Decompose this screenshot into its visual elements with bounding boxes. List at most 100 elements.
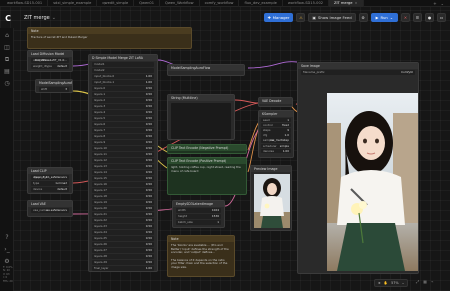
tab-qwen01[interactable]: Qwen01 — [134, 0, 161, 7]
node-note-top[interactable]: Note Fracture of secret ZIT and RuleAI M… — [27, 27, 192, 49]
merge-widget-row[interactable]: layers.3 0.50 — [92, 104, 154, 109]
zoom-percent[interactable]: 57% — [391, 281, 399, 285]
merge-widget-row[interactable]: layers.6 0.50 — [92, 122, 154, 127]
node-load-vae[interactable]: Load VAE vae_name ae.safetensors — [27, 200, 73, 217]
stop-icon[interactable]: ✕ — [401, 13, 410, 22]
merge-widget-row[interactable]: layers.7 0.50 — [92, 128, 154, 133]
tab-qwedit-simple[interactable]: qwedit_simple — [97, 0, 135, 7]
merge-widget-row[interactable]: layers.11 0.50 — [92, 152, 154, 157]
hand-icon[interactable]: ✋ — [384, 281, 388, 285]
node-library-icon[interactable]: ⌂ — [3, 32, 11, 40]
widget-height[interactable]: height 1536 — [176, 214, 221, 219]
merge-widget-row[interactable]: layers.20 0.50 — [92, 206, 154, 211]
merge-widget-row[interactable]: layers.27 0.50 — [92, 248, 154, 253]
tab-qwen-workflow[interactable]: Qwen_Workflow — [160, 0, 200, 7]
plus-icon[interactable]: + — [433, 1, 436, 6]
queue-history-icon[interactable]: ◷ — [3, 80, 11, 88]
merge-widget-row[interactable]: final_layer 1.00 — [92, 266, 154, 271]
merge-widget-row[interactable]: layers.1 0.50 — [92, 92, 154, 97]
widget-width[interactable]: width 1024 — [176, 208, 221, 213]
widget-shift[interactable]: shift 3 — [39, 87, 69, 92]
merge-widget-row[interactable]: layers.26 0.50 — [92, 242, 154, 247]
merge-widget-row[interactable]: layers.14 0.50 — [92, 170, 154, 175]
link-visibility-icon[interactable]: ⌁ — [431, 279, 433, 284]
generated-image[interactable] — [327, 93, 418, 271]
workflows-icon[interactable]: ⧉ — [3, 56, 11, 64]
preview-image[interactable] — [254, 174, 290, 228]
merge-widget-row[interactable]: layers.2 0.50 — [92, 98, 154, 103]
panel-toggle-icon[interactable]: ▭ — [437, 13, 446, 22]
node-string-multiline[interactable]: String (Multiline) — [167, 94, 235, 140]
merge-widget-row[interactable]: layers.0 0.50 — [92, 86, 154, 91]
settings-icon[interactable]: ⚙ — [358, 13, 368, 22]
close-icon[interactable]: × — [355, 1, 358, 5]
workflow-title[interactable]: ZIT merge ⌄ — [24, 15, 56, 21]
ksampler-widget-row[interactable]: control fixed — [261, 122, 291, 128]
widget-filename-prefix[interactable]: filename_prefix ComfyUI — [301, 70, 415, 75]
widget-weight-dtype[interactable]: weight_dtype default — [31, 64, 69, 69]
merge-widget-row[interactable]: layers.22 0.50 — [92, 218, 154, 223]
ksampler-widget-row[interactable]: steps 9 — [261, 127, 291, 133]
tab-flux-dev-example[interactable]: flux_dev_example — [239, 0, 283, 7]
merge-widget-row[interactable]: layers.16 0.50 — [92, 182, 154, 187]
node-model-sampling-aura-flow-left[interactable]: ModelSamplingAuraFlow shift 3 — [35, 79, 73, 93]
pointer-icon[interactable]: ➤ — [378, 281, 381, 285]
tab-comfy-workflow[interactable]: comfy_workflow — [200, 0, 240, 7]
ksampler-widget-row[interactable]: scheduler simple — [261, 143, 291, 149]
tab-workflow-sd15-002[interactable]: workflow-SD15-002 — [283, 0, 330, 7]
tab-sdxl-simple[interactable]: sdxl_simple_example — [48, 0, 98, 7]
merge-widget-row[interactable]: layers.10 0.50 — [92, 146, 154, 151]
run-button[interactable]: ▶ Run ⌄ — [370, 13, 398, 22]
templates-icon[interactable]: ▤ — [3, 68, 11, 76]
merge-widget-row[interactable]: layers.8 0.50 — [92, 134, 154, 139]
widget-device[interactable]: device default — [31, 187, 69, 192]
merge-widget-row[interactable]: layers.9 0.50 — [92, 140, 154, 145]
chevron-down-icon[interactable]: ⌄ — [441, 1, 444, 6]
merge-widget-row[interactable]: layers.15 0.50 — [92, 176, 154, 181]
merge-widget-row[interactable]: layers.18 0.50 — [92, 194, 154, 199]
merge-widget-row[interactable]: layers.13 0.50 — [92, 164, 154, 169]
merge-widget-row[interactable]: layers.28 0.50 — [92, 254, 154, 259]
ksampler-widget-row[interactable]: denoise 1.00 — [261, 148, 291, 154]
minimap-icon[interactable]: ▦ — [423, 279, 427, 284]
ksampler-widget-row[interactable]: seed 1 — [261, 117, 291, 123]
string-textarea[interactable] — [171, 103, 231, 139]
terminal-icon[interactable]: ›_ — [3, 246, 11, 254]
merge-widget-row[interactable]: input_blocks.0 1.00 — [92, 74, 154, 79]
fit-view-icon[interactable]: ⤢ — [416, 279, 419, 284]
widget-clip-name[interactable]: clip_name qwen_3_4b_safetensors — [31, 175, 69, 180]
merge-widget-row[interactable]: input_blocks.1 1.00 — [92, 80, 154, 85]
node-model-sampling-aura-flow[interactable]: ModelSamplingAuraFlow — [167, 64, 245, 76]
node-save-image[interactable]: Save Image filename_prefix ComfyUI — [297, 62, 419, 274]
settings-icon[interactable]: ⚙ — [3, 258, 11, 266]
merge-widget-row[interactable]: model1 — [92, 62, 154, 67]
help-icon[interactable]: ? — [3, 234, 11, 242]
queue-icon[interactable]: ☰ — [413, 13, 422, 22]
widget-vae-name[interactable]: vae_name ae.safetensors — [31, 208, 69, 213]
merge-widget-row[interactable]: layers.25 0.50 — [92, 236, 154, 241]
merge-widget-row[interactable]: layers.17 0.50 — [92, 188, 154, 193]
chevron-down-icon[interactable]: ⌄ — [402, 281, 405, 285]
node-positive-prompt[interactable]: CLIP Text Encode (Positive Prompt) light… — [167, 157, 247, 195]
ksampler-widget-row[interactable]: cfg 1.0 — [261, 133, 291, 138]
merge-widget-row[interactable]: layers.19 0.50 — [92, 200, 154, 205]
comfy-logo-icon[interactable]: C — [2, 12, 14, 24]
node-load-clip[interactable]: Load CLIP clip_name qwen_3_4b_safetensors… — [27, 167, 73, 194]
widget-unet-name[interactable]: unet_name ZrullZPanaiLZIT_V1.0... — [31, 58, 69, 63]
prompt-text[interactable]: light, holding coffee cup, night street,… — [168, 164, 246, 175]
show-image-feed-button[interactable]: ▣ Show Image Feed — [308, 13, 356, 22]
widget-batch-size[interactable]: batch_size 1 — [176, 220, 221, 225]
merge-widget-row[interactable]: layers.23 0.50 — [92, 224, 154, 229]
merge-widget-row[interactable]: layers.24 0.50 — [92, 230, 154, 235]
merge-widget-row[interactable]: model2 — [92, 68, 154, 73]
alert-icon[interactable]: ⚠ — [296, 13, 306, 22]
node-empty-latent-image[interactable]: EmptySD3LatentImage width 1024 height 1536… — [172, 200, 225, 228]
merge-widget-row[interactable]: layers.29 0.50 — [92, 260, 154, 265]
widget-type[interactable]: type lumina2 — [31, 181, 69, 186]
node-load-diffusion-model[interactable]: Load Diffusion Model unet_name ZrullZPana… — [27, 50, 73, 72]
ksampler-widget-row[interactable]: sampler res_multistep — [261, 138, 291, 143]
tab-zit-merge[interactable]: ZIT merge × — [329, 0, 364, 7]
merge-widget-row[interactable]: layers.21 0.50 — [92, 212, 154, 217]
node-model-merge[interactable]: D Simple Model Merge ZIT LoRA model1 mode… — [88, 54, 158, 272]
node-ksampler[interactable]: KSampler seed 1 control fixed steps 9 cfg 1.0 sa… — [258, 110, 294, 158]
